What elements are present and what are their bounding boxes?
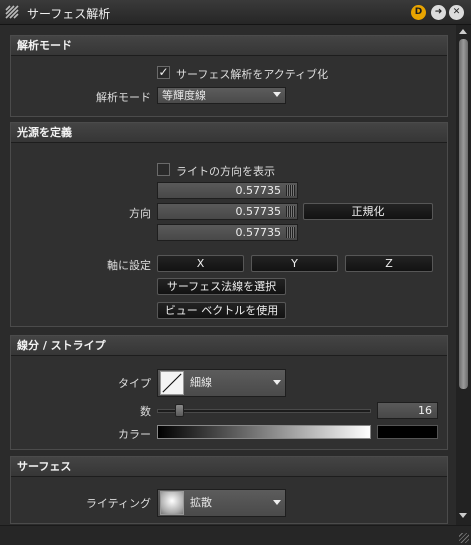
mode-dropdown[interactable]: 等輝度線 [157, 87, 286, 104]
lighting-label: ライティング [85, 497, 151, 510]
arrow-right-icon[interactable]: ➜ [431, 5, 446, 20]
count-slider[interactable] [157, 403, 371, 418]
slider-grip-icon[interactable] [286, 185, 295, 196]
axis-label: 軸に設定 [107, 259, 151, 272]
count-slider-thumb[interactable] [175, 404, 184, 417]
activate-checkbox[interactable]: ✓ [157, 66, 170, 79]
scroll-up-icon[interactable] [459, 29, 467, 34]
activate-label: サーフェス解析をアクティブ化 [176, 68, 329, 81]
direction-z-field[interactable]: 0.57735 [157, 224, 298, 241]
direction-z-value: 0.57735 [235, 226, 282, 239]
direction-label: 方向 [129, 207, 151, 220]
close-icon[interactable]: ✕ [449, 5, 464, 20]
slider-grip-icon[interactable] [286, 227, 295, 238]
count-field[interactable]: 16 [377, 402, 438, 419]
title-bar: サーフェス解析 D ➜ ✕ [0, 0, 471, 25]
direction-x-value: 0.57735 [235, 184, 282, 197]
direction-y-value: 0.57735 [235, 205, 282, 218]
type-label: タイプ [118, 377, 151, 390]
lighting-value: 拡散 [190, 496, 212, 509]
chevron-down-icon [273, 500, 281, 505]
direction-y-field[interactable]: 0.57735 [157, 203, 298, 220]
type-value: 細線 [190, 376, 212, 389]
surface-panel: サーフェス ライティング 拡散 [10, 456, 448, 524]
chevron-down-icon [273, 380, 281, 385]
select-surface-normal-button[interactable]: サーフェス法線を選択 [157, 278, 286, 295]
show-direction-label: ライトの方向を表示 [176, 165, 275, 178]
axis-z-button[interactable]: Z [345, 255, 433, 272]
lighting-dropdown[interactable]: 拡散 [157, 489, 286, 517]
use-view-vector-button[interactable]: ビュー ベクトルを使用 [157, 302, 286, 319]
scroll-thumb[interactable] [459, 39, 468, 389]
content-area: 解析モード ✓ サーフェス解析をアクティブ化 解析モード 等輝度線 光源を定義 … [0, 25, 456, 524]
diffuse-icon [160, 491, 184, 515]
count-label: 数 [140, 405, 151, 418]
mode-label: 解析モード [96, 91, 151, 104]
slider-grip-icon[interactable] [286, 206, 295, 217]
axis-y-button[interactable]: Y [251, 255, 338, 272]
light-source-panel: 光源を定義 ライトの方向を表示 0.57735 方向 0.57735 正規化 0… [10, 122, 448, 327]
show-direction-checkbox[interactable] [157, 163, 170, 176]
color-label: カラー [118, 428, 151, 441]
lines-stripes-panel: 線分 / ストライプ タイプ 細線 数 16 カラー [10, 335, 448, 450]
color-gradient-bar[interactable] [157, 425, 371, 439]
thin-line-icon [160, 371, 184, 395]
dock-icon[interactable]: D [411, 5, 426, 20]
resize-grip-icon[interactable] [459, 533, 469, 543]
light-source-header[interactable]: 光源を定義 [11, 123, 447, 143]
type-dropdown[interactable]: 細線 [157, 369, 286, 397]
scroll-down-icon[interactable] [459, 513, 467, 518]
analysis-mode-header[interactable]: 解析モード [11, 36, 447, 56]
color-swatch[interactable] [377, 425, 438, 439]
scrollbar[interactable] [456, 25, 471, 525]
count-slider-track [157, 409, 371, 413]
axis-x-button[interactable]: X [157, 255, 244, 272]
status-bar [0, 525, 471, 545]
window-title: サーフェス解析 [27, 7, 111, 21]
chevron-down-icon [273, 92, 281, 97]
direction-x-field[interactable]: 0.57735 [157, 182, 298, 199]
lines-stripes-header[interactable]: 線分 / ストライプ [11, 336, 447, 356]
mode-value: 等輝度線 [162, 89, 206, 102]
surface-header[interactable]: サーフェス [11, 457, 447, 477]
surface-analysis-icon [5, 5, 19, 19]
analysis-mode-panel: 解析モード ✓ サーフェス解析をアクティブ化 解析モード 等輝度線 [10, 35, 448, 117]
normalize-button[interactable]: 正規化 [303, 203, 433, 220]
